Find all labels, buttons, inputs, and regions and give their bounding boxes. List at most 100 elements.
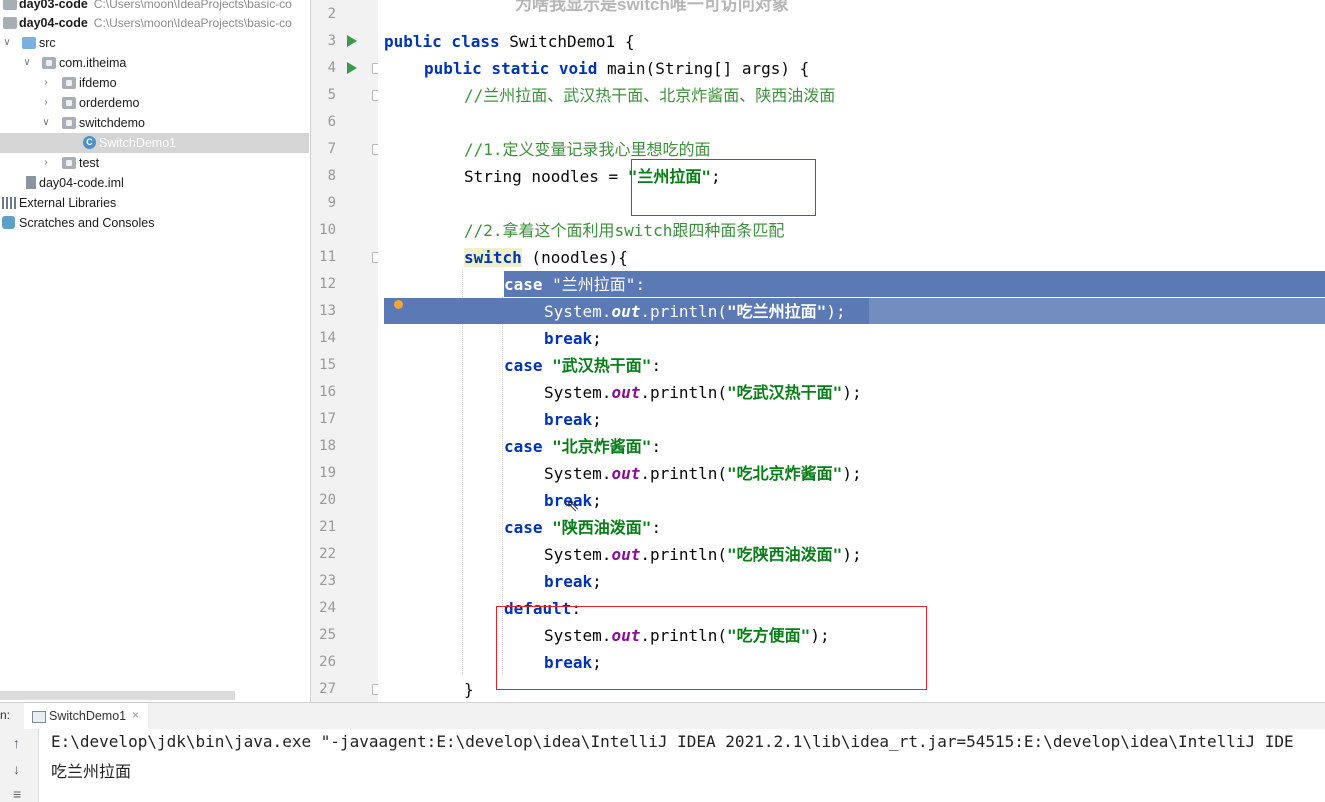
library-icon	[2, 197, 16, 209]
line-number: 7	[327, 141, 336, 157]
run-class-icon[interactable]	[347, 35, 357, 47]
code-line-17: break;	[544, 410, 602, 429]
code-line-15: case "武汉热干面":	[504, 356, 662, 375]
soft-wrap-icon[interactable]: ≡	[13, 786, 21, 802]
line-number: 9	[327, 195, 336, 211]
code-line-5: //兰州拉面、武汉热干面、北京炸酱面、陕西油泼面	[464, 86, 836, 105]
tree-item-scratches[interactable]: Scratches and Consoles	[0, 213, 309, 233]
code-line-4: public static void main(String[] args) {	[424, 59, 810, 78]
tree-item-iml[interactable]: day04-code.iml	[0, 173, 309, 193]
tree-item-label: day04-code	[19, 16, 88, 30]
line-number: 22	[319, 546, 336, 562]
console-line: E:\develop\jdk\bin\java.exe "-javaagent:…	[51, 732, 1294, 751]
tree-item-label: day04-code.iml	[39, 176, 124, 190]
horizontal-scrollbar[interactable]	[0, 691, 235, 700]
run-panel-label: n:	[0, 708, 11, 722]
chevron-right-icon[interactable]: ›	[41, 153, 51, 173]
code-line-12: case "兰州拉面":	[504, 275, 646, 294]
code-line-19: System.out.println("吃北京炸酱面");	[544, 464, 862, 483]
tree-item-day04-code[interactable]: day04-code C:\Users\moon\IdeaProjects\bas…	[0, 13, 309, 33]
line-number: 15	[319, 357, 336, 373]
line-number: 3	[327, 33, 336, 49]
tree-item-label: ifdemo	[79, 76, 117, 90]
intention-bulb-icon[interactable]	[394, 300, 403, 309]
line-number: 2	[327, 6, 336, 22]
tree-item-src[interactable]: ∨ src	[0, 33, 309, 53]
annotation-box-variable	[631, 159, 816, 216]
package-icon	[62, 157, 76, 169]
line-number: 19	[319, 465, 336, 481]
console-line: 吃兰州拉面	[51, 762, 132, 781]
tree-item-test[interactable]: › test	[0, 153, 309, 173]
line-number: 25	[319, 627, 336, 643]
run-tab-label: SwitchDemo1	[49, 709, 127, 723]
tree-item-day03-code[interactable]: day03-code C:\Users\moon\IdeaProjects\bas…	[0, 0, 309, 14]
line-number: 21	[319, 519, 336, 535]
tree-item-ifdemo[interactable]: › ifdemo	[0, 73, 309, 93]
line-number: 23	[319, 573, 336, 589]
code-line-18: case "北京炸酱面":	[504, 437, 662, 456]
run-tab-switchdemo1[interactable]: SwitchDemo1 ×	[24, 703, 148, 730]
tree-item-label: orderdemo	[79, 96, 140, 110]
tree-item-switchdemo1[interactable]: C SwitchDemo1	[0, 133, 309, 153]
line-number: 18	[319, 438, 336, 454]
code-line-16: System.out.println("吃武汉热干面");	[544, 383, 862, 402]
current-line-highlight	[869, 298, 1325, 324]
code-line-10: //2.拿着这个面利用switch跟四种面条匹配	[464, 221, 785, 240]
module-path: C:\Users\moon\IdeaProjects\basic-co	[93, 0, 292, 11]
close-icon[interactable]: ×	[132, 708, 139, 722]
tree-item-switchdemo[interactable]: ∨ switchdemo	[0, 113, 309, 133]
module-folder-icon	[3, 17, 17, 29]
source-folder-icon	[22, 37, 36, 49]
line-number: 5	[327, 87, 336, 103]
module-path: C:\Users\moon\IdeaProjects\basic-co	[93, 16, 292, 30]
run-main-icon[interactable]	[347, 62, 357, 74]
chevron-down-icon[interactable]: ∨	[22, 53, 32, 73]
chevron-down-icon[interactable]: ∨	[2, 33, 12, 53]
chevron-right-icon[interactable]: ›	[41, 73, 51, 93]
tree-item-com-itheima[interactable]: ∨ com.itheima	[0, 53, 309, 73]
code-line-21: case "陕西油泼面":	[504, 518, 662, 537]
line-number: 27	[319, 681, 336, 697]
run-tool-window-header: n: SwitchDemo1 ×	[0, 702, 1325, 731]
project-tree: day03-code C:\Users\moon\IdeaProjects\bas…	[0, 0, 309, 702]
console-toolbar: ↑ ↓ ≡	[0, 729, 39, 802]
tree-item-label: SwitchDemo1	[99, 136, 177, 150]
tree-item-orderdemo[interactable]: › orderdemo	[0, 93, 309, 113]
console-output[interactable]: ↑ ↓ ≡ E:\develop\jdk\bin\java.exe "-java…	[0, 729, 1325, 802]
code-editor[interactable]: public class SwitchDemo1 { public static…	[378, 0, 1325, 702]
tree-item-label: com.itheima	[59, 56, 127, 70]
arrow-up-icon[interactable]: ↑	[13, 735, 20, 751]
tree-item-label: switchdemo	[79, 116, 145, 130]
package-icon	[62, 117, 76, 129]
arrow-down-icon[interactable]: ↓	[13, 761, 20, 777]
line-number: 20	[319, 492, 336, 508]
code-line-11: switch (noodles){	[464, 248, 628, 267]
indent-guide	[462, 270, 463, 675]
tree-item-external-libraries[interactable]: External Libraries	[0, 193, 309, 213]
package-icon	[42, 57, 56, 69]
line-number: 13	[319, 303, 336, 319]
line-number: 8	[327, 168, 336, 184]
package-icon	[62, 97, 76, 109]
run-config-icon	[32, 711, 46, 723]
video-caption-overlay: 为啥我显示是switch唯一可访问对象	[515, 0, 789, 14]
code-line-13: System.out.println("吃兰州拉面");	[544, 302, 846, 321]
line-number: 10	[319, 222, 336, 238]
package-icon	[62, 77, 76, 89]
annotation-box-default	[496, 606, 927, 690]
code-line-14: break;	[544, 329, 602, 348]
java-class-icon: C	[83, 136, 96, 149]
module-file-icon	[26, 176, 36, 189]
module-folder-icon	[3, 0, 17, 10]
chevron-down-icon[interactable]: ∨	[41, 113, 51, 133]
editor-gutter[interactable]: 2 3 4 5 6 7 8 9 10 11 12 13 14 15 16 17 …	[310, 0, 383, 702]
line-number: 6	[327, 114, 336, 130]
code-line-27: }	[464, 680, 474, 699]
chevron-right-icon[interactable]: ›	[41, 93, 51, 113]
line-number: 26	[319, 654, 336, 670]
code-line-3: public class SwitchDemo1 {	[384, 32, 635, 51]
tree-item-label: src	[39, 36, 56, 50]
line-number: 11	[319, 249, 336, 265]
tree-item-label: Scratches and Consoles	[19, 216, 155, 230]
